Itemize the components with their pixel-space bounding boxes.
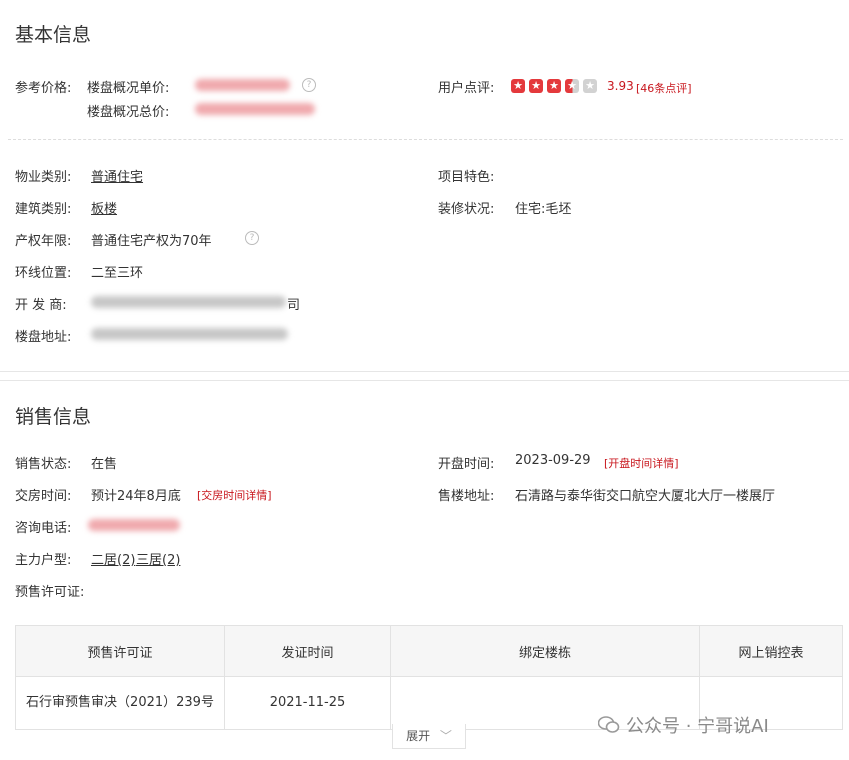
layout-3room-link[interactable]: 三居(2) [136,549,180,568]
address-label: 楼盘地址: [15,330,72,345]
ring-label: 环线位置: [15,266,72,281]
star-icon: ★ [529,79,543,93]
tenure-value: 普通住宅产权为70年 [91,234,212,249]
sales-status-value: 在售 [91,457,118,472]
section-divider [0,380,849,381]
redacted-unit-price [195,79,290,91]
rating-label: 用户点评: [438,81,495,96]
table-cell-permit: 石行审预售审决（2021）239号 [15,676,225,730]
sales-office-label: 售楼地址: [438,489,495,504]
table-cell-date: 2021-11-25 [224,676,391,730]
permit-label: 预售许可证: [15,585,85,600]
table-header-cell: 发证时间 [224,625,391,677]
tenure-label: 产权年限: [15,234,72,249]
rating-value: 3.93 [607,79,634,93]
decoration-value: 住宅:毛坯 [515,202,572,217]
redacted-total-price [195,103,315,115]
open-date-detail-link[interactable]: [开盘时间详情] [604,455,679,471]
phone-label: 咨询电话: [15,521,72,536]
section-title-sales: 销售信息 [15,406,92,428]
star-empty-icon: ★ [583,79,597,93]
star-icon: ★ [547,79,561,93]
unit-price-label: 楼盘概况单价: [87,81,170,96]
feature-label: 项目特色: [438,170,495,185]
rating-count-link[interactable]: [46条点评] [636,80,692,96]
ring-value: 二至三环 [91,266,144,281]
watermark: 公众号 · 宁哥说AI [597,712,769,738]
property-type-label: 物业类别: [15,170,72,185]
redacted-developer [91,296,286,308]
divider [8,139,843,140]
developer-label: 开 发 商: [15,298,67,313]
building-type-label: 建筑类别: [15,202,72,217]
delivery-label: 交房时间: [15,489,72,504]
wechat-icon [597,716,620,733]
question-circle-icon[interactable]: ? [245,231,259,245]
table-header-cell: 预售许可证 [15,625,225,677]
developer-tail: 司 [287,298,301,313]
watermark-text: 公众号 · 宁哥说AI [626,716,769,737]
total-price-label: 楼盘概况总价: [87,105,170,120]
star-half-icon: ★ [565,79,579,93]
star-icon: ★ [511,79,525,93]
delivery-detail-link[interactable]: [交房时间详情] [197,487,272,503]
delivery-value: 预计24年8月底 [91,489,181,504]
question-circle-icon[interactable]: ? [302,78,316,92]
open-date-label: 开盘时间: [438,457,495,472]
table-header-cell: 网上销控表 [699,625,843,677]
section-title-basic: 基本信息 [15,24,92,46]
decoration-label: 装修状况: [438,202,495,217]
expand-button[interactable]: 展开 ﹀ [392,724,466,749]
building-type-link[interactable]: 板楼 [91,198,117,217]
table-header-row: 预售许可证 发证时间 绑定楼栋 网上销控表 [15,625,843,677]
chevron-down-icon: ﹀ [439,729,452,743]
sales-office-value: 石清路与泰华街交口航空大厦北大厅一楼展厅 [515,489,776,504]
redacted-phone [88,519,180,531]
redacted-address [91,328,288,340]
expand-label: 展开 [406,729,431,743]
property-type-link[interactable]: 普通住宅 [91,166,143,185]
price-label: 参考价格: [15,81,72,96]
layout-2room-link[interactable]: 二居(2) [91,549,135,568]
section-divider [0,371,849,372]
table-header-cell: 绑定楼栋 [390,625,700,677]
open-date-value: 2023-09-29 [515,453,591,468]
layout-label: 主力户型: [15,553,72,568]
sales-status-label: 销售状态: [15,457,72,472]
